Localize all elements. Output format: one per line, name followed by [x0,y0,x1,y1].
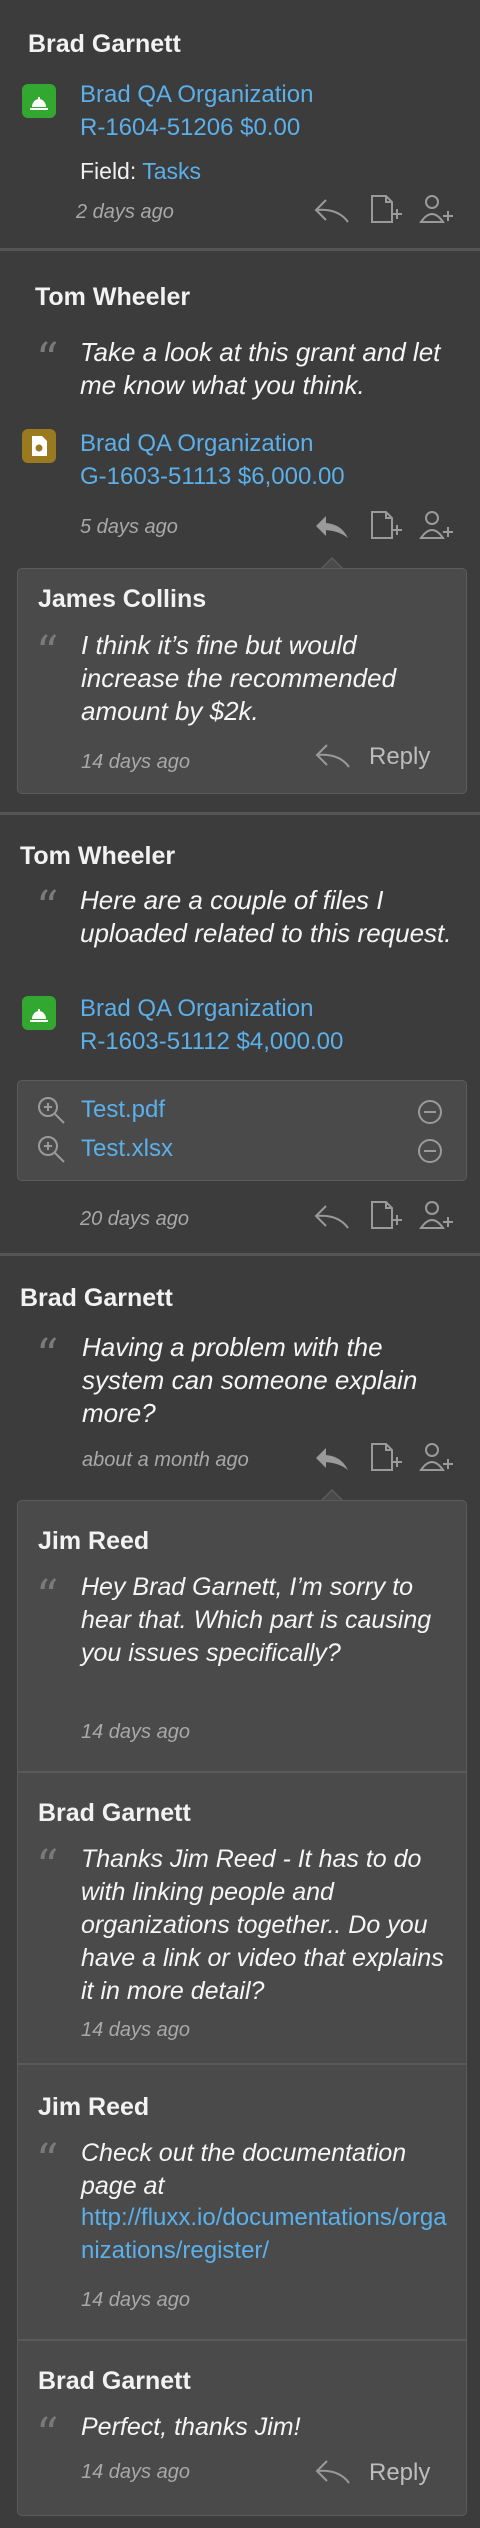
quote-icon: “ [36,334,59,385]
reply-icon [313,2455,353,2489]
reply-divider [18,2063,466,2065]
timestamp: 14 days ago [81,2289,190,2311]
add-document-icon[interactable] [366,508,406,542]
reply-icon[interactable] [312,194,352,228]
zoom-in-icon[interactable] [36,1134,66,1164]
reply-button[interactable]: Reply [313,739,453,775]
quote-icon: “ [36,1841,59,1892]
record-link[interactable]: Brad QA Organization R-1604-51206 $0.00 [80,78,313,144]
quote-icon: “ [36,627,59,678]
add-person-icon[interactable] [418,508,458,542]
message-text: Take a look at this grant and let me kno… [80,337,441,400]
author-name: Tom Wheeler [20,842,176,870]
reply-message-text: Thanks Jim Reed - It has to do with link… [81,1845,444,2005]
record-org-name: Brad QA Organization [80,430,314,457]
reply-author-name: Jim Reed [38,2093,150,2121]
add-person-icon[interactable] [418,1440,458,1474]
timestamp: 14 days ago [81,1721,190,1743]
reply-message-text: Perfect, thanks Jim! [81,2413,301,2441]
add-document-icon[interactable] [366,192,406,226]
record-id-amount: G-1603-51113 $6,000.00 [80,463,345,490]
remove-attachment-icon[interactable] [417,1099,443,1125]
reply-author-name: James Collins [38,585,207,613]
remove-attachment-icon[interactable] [417,1138,443,1164]
request-bell-icon [22,84,56,118]
add-document-icon[interactable] [366,1440,406,1474]
quote-icon: “ [36,2135,59,2186]
post-divider [0,1253,480,1256]
post-divider [0,248,480,251]
author-name: Brad Garnett [28,30,181,58]
timestamp: 14 days ago [81,2461,190,2483]
reply-icon[interactable] [312,1200,352,1234]
reply-message-text: Check out the documentation page at [81,2139,407,2200]
message-text: Here are a couple of files I uploaded re… [80,885,452,948]
add-document-icon[interactable] [366,1198,406,1232]
field-value-link[interactable]: Tasks [142,158,201,184]
record-org-name: Brad QA Organization [80,81,314,108]
reply-divider [18,1771,466,1773]
add-person-icon[interactable] [418,192,458,226]
quote-icon: “ [36,882,59,933]
author-name: Tom Wheeler [35,283,191,311]
message-text: Having a problem with the system can som… [82,1332,418,1428]
request-bell-icon [22,996,56,1030]
timestamp: 2 days ago [76,201,174,223]
record-link[interactable]: Brad QA Organization G-1603-51113 $6,000… [80,427,345,493]
timestamp: 14 days ago [81,751,190,773]
attachments-panel: Test.pdf Test.xlsx [17,1080,467,1181]
reply-author-name: Jim Reed [38,1527,150,1555]
author-name: Brad Garnett [20,1284,173,1312]
record-link[interactable]: Brad QA Organization R-1603-51112 $4,000… [80,992,343,1058]
quote-icon: “ [36,1571,59,1622]
field-line: Field: Tasks [80,158,201,185]
documentation-link[interactable]: http://fluxx.io/documentations/organizat… [81,2201,456,2267]
reply-button[interactable]: Reply [313,2455,453,2491]
timestamp: 5 days ago [80,516,178,538]
attachment-link[interactable]: Test.xlsx [81,1132,173,1165]
attachment-link[interactable]: Test.pdf [81,1093,165,1126]
reply-message-text: Hey Brad Garnett, I’m sorry to hear that… [81,1573,432,1667]
timestamp: about a month ago [82,1449,249,1471]
record-id-amount: R-1604-51206 $0.00 [80,114,301,141]
reply-divider [18,2339,466,2341]
add-person-icon[interactable] [418,1198,458,1232]
quote-icon: “ [36,1330,59,1381]
record-id-amount: R-1603-51112 $4,000.00 [80,1028,344,1055]
reply-button-label: Reply [369,2459,431,2486]
reply-author-name: Brad Garnett [38,1799,191,1827]
quote-icon: “ [36,2409,59,2460]
replies-panel: James Collins “ I think it’s fine but wo… [17,568,467,794]
reply-author-name: Brad Garnett [38,2367,191,2395]
reply-icon [313,739,353,773]
zoom-in-icon[interactable] [36,1095,66,1125]
timestamp: 14 days ago [81,2019,190,2041]
timestamp: 20 days ago [80,1208,189,1230]
reply-icon[interactable] [312,1442,352,1476]
grant-document-icon [22,429,56,463]
replies-panel: Jim Reed “ Hey Brad Garnett, I’m sorry t… [17,1500,467,2516]
reply-button-label: Reply [369,743,431,770]
post-divider [0,812,480,815]
reply-icon[interactable] [312,510,352,544]
record-org-name: Brad QA Organization [80,995,314,1022]
reply-message-text: I think it’s fine but would increase the… [81,630,397,726]
field-label: Field: [80,158,137,184]
